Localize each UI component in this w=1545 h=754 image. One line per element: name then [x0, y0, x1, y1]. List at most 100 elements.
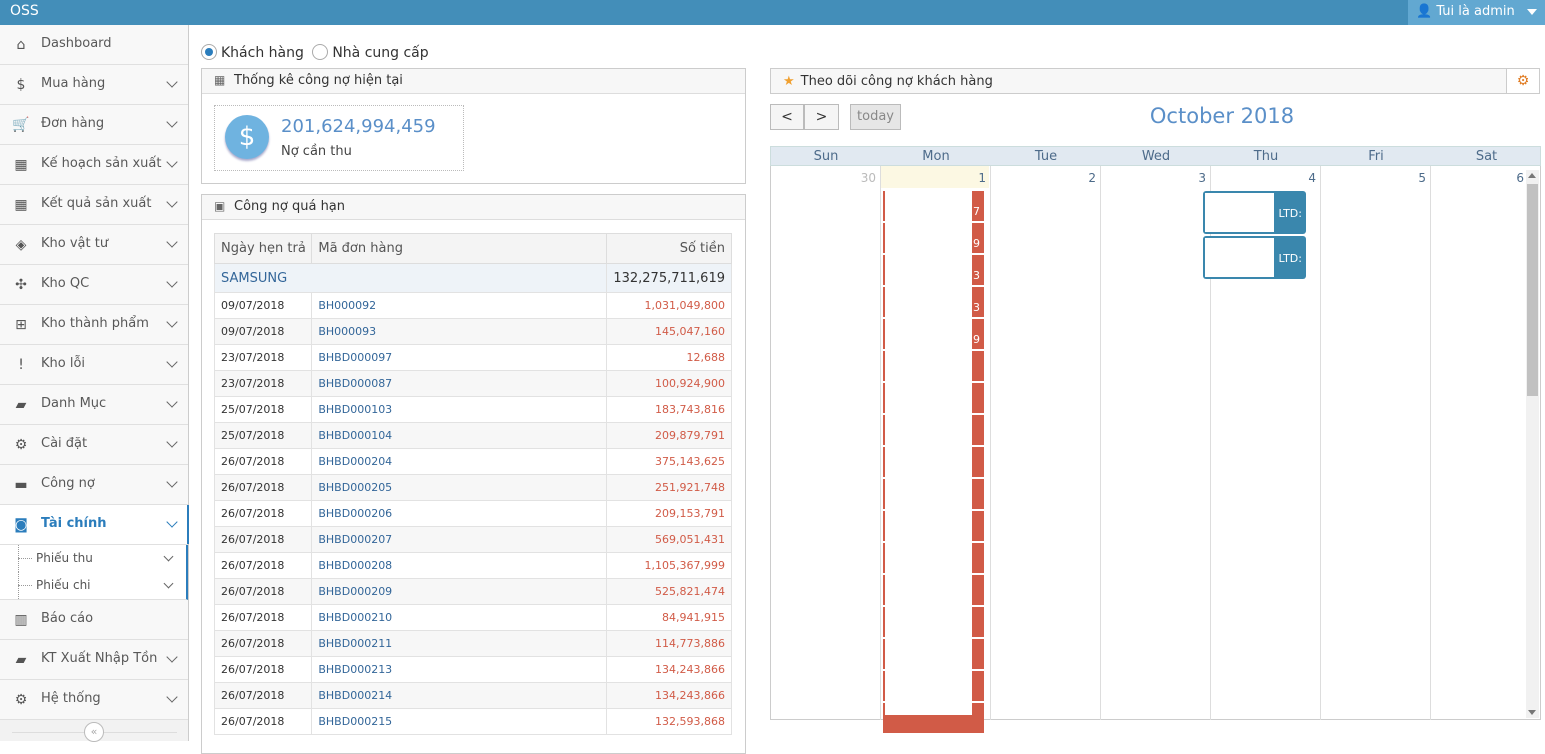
- radio-nha-cung-cap[interactable]: Nhà cung cấp: [312, 44, 429, 61]
- sidebar-submenu: Phiếu thu Phiếu chi: [0, 545, 188, 600]
- sidebar-item[interactable]: ▬ Công nợ: [0, 465, 188, 505]
- sidebar-item[interactable]: ! Kho lỗi: [0, 345, 188, 385]
- amount-cell: 134,243,866: [606, 682, 732, 709]
- amount-cell: 209,153,791: [606, 500, 732, 527]
- money-icon: ◙: [14, 517, 28, 533]
- sidebar-item[interactable]: ▦ Kết quả sản xuất: [0, 185, 188, 225]
- group-row: SAMSUNG 132,275,711,619: [213, 263, 732, 293]
- due-date-cell: 26/07/2018: [213, 474, 313, 501]
- order-code-link[interactable]: BHBD000205: [311, 474, 608, 501]
- order-code-link[interactable]: BH000092: [311, 292, 608, 319]
- gear-icon[interactable]: ⚙: [1506, 69, 1539, 93]
- order-code-link[interactable]: BHBD000208: [311, 552, 608, 579]
- chevron-down-icon: [166, 196, 178, 208]
- calendar-day-cell[interactable]: 30: [771, 166, 881, 720]
- stat-label: Nợ cần thu: [281, 144, 352, 159]
- sidebar-item[interactable]: ⚙ Cài đặt: [0, 425, 188, 465]
- sidebar-item[interactable]: $ Mua hàng: [0, 65, 188, 105]
- scroll-down-arrow[interactable]: [1528, 710, 1536, 715]
- scroll-up-arrow[interactable]: [1528, 173, 1536, 178]
- calendar-today-button[interactable]: today: [850, 104, 901, 130]
- day-number[interactable]: 1: [978, 171, 986, 185]
- table-row: 26/07/2018 BHBD000207 569,051,431: [213, 526, 732, 553]
- order-code-link[interactable]: BHBD000213: [311, 656, 608, 683]
- sidebar-item[interactable]: ✣ Kho QC: [0, 265, 188, 305]
- sidebar-item[interactable]: ▰ KT Xuất Nhập Tồn: [0, 640, 188, 680]
- stats-panel-header: ▦ Thống kê công nợ hiện tại: [202, 69, 745, 94]
- folder-icon: ▰: [15, 652, 27, 668]
- amount-cell: 1,031,049,800: [606, 292, 732, 319]
- sidebar-item[interactable]: ⚙ Hệ thống: [0, 680, 188, 720]
- day-number[interactable]: 4: [1308, 171, 1316, 185]
- scrollbar-thumb[interactable]: [1527, 184, 1538, 396]
- sidebar-item[interactable]: ▦ Kế hoạch sản xuất: [0, 145, 188, 185]
- order-code-link[interactable]: BHBD000206: [311, 500, 608, 527]
- chevron-down-icon: [166, 276, 178, 288]
- day-number[interactable]: 5: [1418, 171, 1426, 185]
- sidebar-item-label: Hệ thống: [41, 691, 101, 706]
- order-code-link[interactable]: BHBD000209: [311, 578, 608, 605]
- due-date-cell: 26/07/2018: [213, 656, 313, 683]
- order-code-link[interactable]: BHBD000087: [311, 370, 608, 397]
- order-code-link[interactable]: BHBD000214: [311, 682, 608, 709]
- day-number[interactable]: 6: [1516, 171, 1524, 185]
- order-code-link[interactable]: BHBD000204: [311, 448, 608, 475]
- calendar-next-button[interactable]: >: [804, 104, 839, 130]
- user-menu-button[interactable]: 👤 Tui là admin: [1408, 0, 1545, 25]
- order-code-link[interactable]: BHBD000215: [311, 708, 608, 735]
- amount-cell: 12,688: [606, 344, 732, 371]
- amount-cell: 132,593,868: [606, 708, 732, 735]
- due-date-cell: 23/07/2018: [213, 344, 313, 371]
- calendar-prev-button[interactable]: <: [770, 104, 804, 130]
- calendar-day-cell[interactable]: 3: [1101, 166, 1211, 720]
- order-code-link[interactable]: BHBD000104: [311, 422, 608, 449]
- gears-icon: ⚙: [14, 437, 28, 453]
- calendar-day-cell[interactable]: 2: [991, 166, 1101, 720]
- sidebar-item[interactable]: ⊞ Kho thành phẩm: [0, 305, 188, 345]
- order-code-link[interactable]: BHBD000210: [311, 604, 608, 631]
- due-date-cell: 09/07/2018: [213, 318, 313, 345]
- chevron-down-icon: [166, 156, 178, 168]
- order-code-link[interactable]: BHBD000097: [311, 344, 608, 371]
- sidebar-subitem-label: Phiếu chi: [36, 578, 91, 592]
- sidebar-subitem-phieu-thu[interactable]: Phiếu thu: [0, 545, 186, 572]
- column-header[interactable]: Ngày hẹn trả: [213, 233, 313, 264]
- amount-cell: 375,143,625: [606, 448, 732, 475]
- column-header[interactable]: Số tiền: [606, 233, 732, 264]
- day-number[interactable]: 2: [1088, 171, 1096, 185]
- order-code-link[interactable]: BHBD000207: [311, 526, 608, 553]
- sidebar-item[interactable]: 🛒 Đơn hàng: [0, 105, 188, 145]
- table-row: 26/07/2018 BHBD000211 114,773,886: [213, 630, 732, 657]
- day-number[interactable]: 3: [1198, 171, 1206, 185]
- overdue-table: Ngày hẹn trả Mã đơn hàng Số tiền SAMSUNG…: [213, 233, 732, 735]
- table-row: 26/07/2018 BHBD000208 1,105,367,999: [213, 552, 732, 579]
- sidebar-collapse-button[interactable]: «: [84, 722, 104, 742]
- sidebar-item[interactable]: ▰ Danh Mục: [0, 385, 188, 425]
- radio-dot[interactable]: [201, 44, 217, 60]
- cube-icon: ◈: [15, 237, 27, 253]
- sidebar-item-label: Mua hàng: [41, 76, 106, 91]
- calendar-day-cell[interactable]: 6: [1431, 166, 1528, 720]
- chevron-down-icon: [163, 551, 174, 562]
- sidebar-item[interactable]: ◈ Kho vật tư: [0, 225, 188, 265]
- app-brand[interactable]: OSS: [10, 3, 39, 19]
- order-code-link[interactable]: BH000093: [311, 318, 608, 345]
- calendar-day-cell[interactable]: 5: [1321, 166, 1431, 720]
- order-code-link[interactable]: BHBD000211: [311, 630, 608, 657]
- radio-khach-hang[interactable]: Khách hàng: [201, 44, 304, 61]
- radio-dot[interactable]: [312, 44, 329, 60]
- due-date-cell: 26/07/2018: [213, 578, 313, 605]
- sidebar-item[interactable]: ◙ Tài chính: [0, 505, 189, 545]
- column-header[interactable]: Mã đơn hàng: [311, 233, 608, 264]
- stat-value: 201,624,994,459: [281, 116, 436, 137]
- due-date-cell: 26/07/2018: [213, 682, 313, 709]
- day-number[interactable]: 30: [861, 171, 876, 185]
- group-name[interactable]: SAMSUNG: [213, 263, 608, 293]
- calendar-scrollbar[interactable]: [1526, 170, 1539, 718]
- sidebar-subitem-phieu-chi[interactable]: Phiếu chi: [0, 572, 186, 599]
- chevron-down-icon: [166, 516, 178, 528]
- sidebar-item[interactable]: ▥ Báo cáo: [0, 600, 188, 640]
- sidebar-item[interactable]: ⌂ Dashboard: [0, 25, 188, 65]
- calendar-panel-header: ★ Theo dõi công nợ khách hàng ⚙: [770, 68, 1540, 94]
- order-code-link[interactable]: BHBD000103: [311, 396, 608, 423]
